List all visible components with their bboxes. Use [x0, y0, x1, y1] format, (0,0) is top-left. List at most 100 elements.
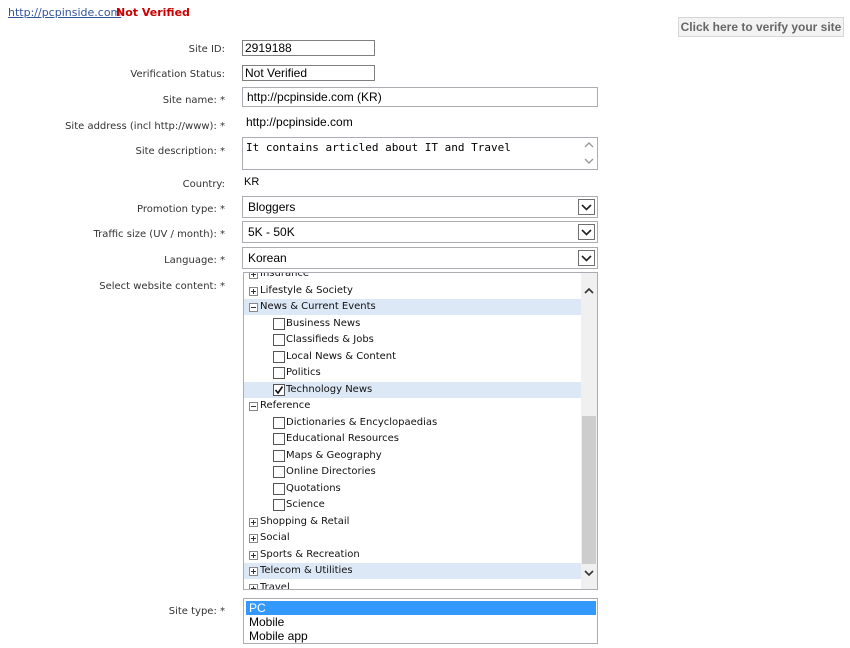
tree-item[interactable]: Dictionaries & Encyclopaedias	[244, 415, 582, 431]
expand-icon[interactable]	[249, 517, 258, 527]
site-type-listbox[interactable]: PC Mobile Mobile app	[243, 598, 598, 644]
tree-item[interactable]: Technology News	[244, 381, 582, 398]
site-description-textarea[interactable]: It contains articled about IT and Travel	[242, 137, 598, 170]
site-url-link[interactable]: http://pcpinside.com	[8, 6, 121, 19]
description-scrollbar[interactable]	[581, 138, 597, 169]
checkmark-icon	[274, 385, 284, 394]
tree-category-label: Sports & Recreation	[260, 548, 360, 560]
tree-category-label: Shopping & Retail	[260, 515, 350, 527]
expand-icon[interactable]	[249, 273, 258, 279]
checkbox[interactable]	[273, 482, 285, 495]
site-id-field: 2919188	[242, 40, 375, 56]
tree-category[interactable]: Travel	[244, 580, 582, 590]
tree-item-label: Educational Resources	[286, 433, 399, 444]
traffic-size-value: 5K - 50K	[248, 225, 295, 239]
tree-category-label: Reference	[260, 400, 311, 411]
tree-item-label: Science	[286, 499, 325, 510]
checkbox[interactable]	[273, 466, 285, 478]
verification-status-label: Verification Status:	[130, 69, 225, 80]
tree-item-label: Technology News	[286, 383, 373, 395]
site-address-label: Site address (incl http://www): *	[65, 121, 225, 132]
scroll-thumb[interactable]	[582, 416, 596, 564]
site-name-input[interactable]: http://pcpinside.com (KR)	[242, 87, 598, 107]
expand-icon[interactable]	[249, 583, 258, 589]
tree-item[interactable]: Politics	[244, 365, 582, 381]
chevron-down-icon[interactable]	[578, 199, 595, 215]
website-content-tree[interactable]: Insurance Lifestyle & Society News & Curre…	[243, 272, 598, 590]
tree-item[interactable]: Maps & Geography	[244, 448, 582, 464]
language-select[interactable]: Korean	[242, 247, 598, 269]
promotion-type-value: Bloggers	[248, 200, 296, 214]
collapse-icon[interactable]	[249, 303, 258, 312]
site-type-option[interactable]: Mobile app	[246, 629, 596, 643]
checkbox[interactable]	[273, 433, 285, 445]
expand-icon[interactable]	[249, 286, 258, 296]
tree-category-label: News & Current Events	[260, 301, 376, 312]
tree-scrollbar[interactable]	[581, 273, 597, 589]
tree-item-label: Local News & Content	[286, 350, 397, 362]
tree-item[interactable]: Educational Resources	[244, 431, 582, 447]
tree-item[interactable]: Quotations	[244, 481, 582, 497]
checkbox-checked[interactable]	[273, 383, 285, 396]
verification-status-field: Not Verified	[242, 65, 375, 81]
language-label: Language: *	[164, 255, 225, 266]
promotion-type-label: Promotion type: *	[137, 204, 225, 215]
tree-category[interactable]: Reference	[244, 398, 582, 414]
tree-category[interactable]: Lifestyle & Society	[244, 283, 582, 299]
checkbox[interactable]	[273, 367, 285, 379]
promotion-type-select[interactable]: Bloggers	[242, 196, 598, 218]
tree-item[interactable]: Local News & Content	[244, 349, 582, 365]
chevron-down-icon[interactable]	[578, 224, 595, 240]
traffic-size-select[interactable]: 5K - 50K	[242, 221, 598, 243]
scroll-up-icon[interactable]	[583, 285, 595, 297]
tree-category-label: Insurance	[260, 272, 310, 279]
tree-category[interactable]: Telecom & Utilities	[244, 563, 582, 579]
chevron-down-icon[interactable]	[578, 250, 595, 266]
country-value: KR	[244, 176, 260, 188]
tree-category-label: Social	[260, 532, 290, 543]
tree-item-label: Dictionaries & Encyclopaedias	[286, 416, 438, 428]
tree-item[interactable]: Science	[244, 497, 582, 513]
checkbox[interactable]	[273, 499, 285, 511]
tree-category[interactable]: Sports & Recreation	[244, 547, 582, 563]
site-description-label: Site description: *	[135, 146, 225, 157]
tree-item-label: Maps & Geography	[286, 449, 382, 461]
tree-item-label: Politics	[286, 367, 321, 378]
tree-item-label: Classifieds & Jobs	[286, 334, 374, 345]
collapse-icon[interactable]	[249, 402, 258, 411]
site-type-option[interactable]: Mobile	[246, 615, 596, 629]
expand-icon[interactable]	[249, 534, 258, 543]
tree-item-label: Quotations	[286, 482, 341, 494]
site-type-option[interactable]: PC	[246, 601, 596, 615]
tree-category-label: Travel	[260, 581, 290, 590]
tree-category-label: Lifestyle & Society	[260, 284, 353, 296]
checkbox[interactable]	[273, 416, 285, 429]
site-id-label: Site ID:	[188, 44, 225, 55]
tree-category[interactable]: Shopping & Retail	[244, 514, 582, 530]
site-name-label: Site name: *	[162, 95, 225, 106]
checkbox[interactable]	[273, 350, 285, 363]
website-content-label: Select website content: *	[99, 281, 225, 292]
site-type-label: Site type: *	[168, 606, 225, 617]
tree-item-label: Online Directories	[286, 466, 376, 477]
tree-category[interactable]: Social	[244, 530, 582, 546]
country-label: Country:	[182, 179, 225, 190]
scroll-arrows-icon	[584, 142, 594, 164]
verify-site-button[interactable]: Click here to verify your site	[678, 17, 844, 37]
site-address-value: http://pcpinside.com	[246, 115, 353, 129]
expand-icon[interactable]	[249, 567, 258, 576]
tree-category[interactable]: News & Current Events	[244, 299, 582, 315]
checkbox[interactable]	[273, 334, 285, 346]
traffic-size-label: Traffic size (UV / month): *	[93, 229, 225, 240]
scroll-down-icon[interactable]	[583, 567, 595, 579]
checkbox[interactable]	[273, 317, 285, 330]
checkbox[interactable]	[273, 449, 285, 462]
tree-item[interactable]: Classifieds & Jobs	[244, 332, 582, 348]
expand-icon[interactable]	[249, 550, 258, 560]
verification-status-badge: Not Verified	[116, 6, 190, 19]
site-description-text: It contains articled about IT and Travel	[246, 141, 511, 154]
tree-item[interactable]: Online Directories	[244, 464, 582, 480]
tree-item[interactable]: Business News	[244, 316, 582, 332]
tree-item-label: Business News	[286, 317, 361, 329]
tree-category[interactable]: Insurance	[244, 272, 582, 282]
